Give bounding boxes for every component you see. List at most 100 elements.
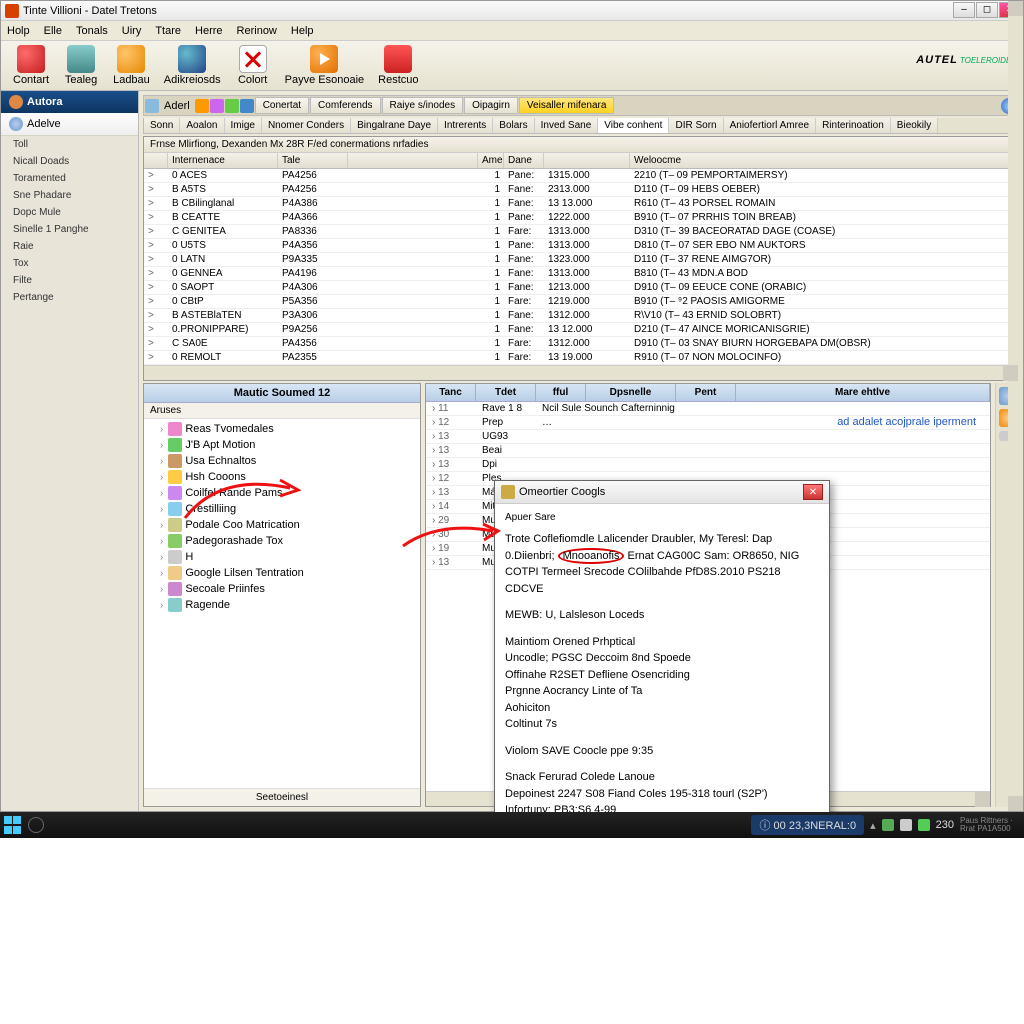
grid-col-header[interactable]: Internenace (168, 153, 278, 168)
table-row[interactable]: >0 U5TSP4A3561Pane:1313.000D810 (T– 07 S… (144, 239, 1018, 253)
sidebar-item[interactable]: Nicall Doads (1, 153, 138, 170)
grid-col-header[interactable]: Ame (478, 153, 504, 168)
tree-item[interactable]: Hsh Cooons (146, 469, 418, 485)
top-tab[interactable]: Raiye s/inodes (382, 97, 464, 114)
grid-col-header[interactable]: Dane (504, 153, 544, 168)
tree-item[interactable]: H (146, 549, 418, 565)
table-row[interactable]: >0 LATNP9A3351Fane:1323.000D110 (T– 37 R… (144, 253, 1018, 267)
detail-col-header[interactable]: Tanc (426, 384, 476, 401)
top-tab[interactable]: Oipagirn (464, 97, 518, 114)
start-button[interactable] (4, 816, 22, 834)
grid-col-header[interactable] (544, 153, 630, 168)
sub-tab[interactable]: Inved Sane (535, 118, 599, 133)
sub-tab[interactable]: Bolars (493, 118, 534, 133)
tray-icon-2[interactable] (900, 819, 912, 831)
grid-body[interactable]: >0 ACESPA42561Pane:1315.0002210 (T– 09 P… (144, 169, 1018, 365)
grid-scroll-x[interactable] (144, 365, 1018, 380)
tree-item[interactable]: Reas Tvomedales (146, 421, 418, 437)
tree-item[interactable]: Coilfel Rande Pams (146, 485, 418, 501)
tray-icon-1[interactable] (882, 819, 894, 831)
table-row[interactable]: >B CEATTEP4A3661Pane:1222.000B910 (T– 07… (144, 211, 1018, 225)
tree-item[interactable]: Google Lilsen Tentration (146, 565, 418, 581)
table-row[interactable]: >0 SAOPTP4A3061Fane:1213.000D910 (T– 09 … (144, 281, 1018, 295)
tree-item[interactable]: Padegorashade Tox (146, 533, 418, 549)
tree-item[interactable]: Ragende (146, 597, 418, 613)
sub-tab[interactable]: Nnomer Conders (262, 118, 351, 133)
top-tab[interactable]: Veisaller mifenara (519, 97, 614, 114)
sidebar-item[interactable]: Pertange (1, 289, 138, 306)
table-row[interactable]: >0 GENNEAPA41961Fane:1313.000B810 (T– 43… (144, 267, 1018, 281)
menu-elle[interactable]: Elle (44, 25, 62, 37)
tool-ladbau[interactable]: Ladbau (107, 43, 156, 88)
sidebar-item[interactable]: Tox (1, 255, 138, 272)
tool-contart[interactable]: Contart (7, 43, 55, 88)
table-row[interactable]: >C SA0EPA43561Fare:1312.000D910 (T– 03 S… (144, 337, 1018, 351)
table-row[interactable]: >0 CBtPP5A3561Fare:1219.000B910 (T– ⁹2 P… (144, 295, 1018, 309)
dialog-close-button[interactable]: ✕ (803, 484, 823, 500)
sidebar-selected-item[interactable]: Adelve (1, 113, 138, 136)
table-row[interactable]: >0 REMOLTPA23551Fare:13 19.000R910 (T– 0… (144, 351, 1018, 365)
detail-col-header[interactable]: Dpsnelle (586, 384, 676, 401)
tool-tealeg[interactable]: Tealeg (57, 43, 105, 88)
sidebar-item[interactable]: Sne Phadare (1, 187, 138, 204)
grid-col-header[interactable] (348, 153, 478, 168)
tree-item[interactable]: Usa Echnaltos (146, 453, 418, 469)
sidebar-item[interactable]: Toll (1, 136, 138, 153)
menu-herre[interactable]: Herre (195, 25, 223, 37)
titlebar[interactable]: Tinte Villioni - Datel Tretons – ◻ ✕ (1, 1, 1023, 21)
system-tray[interactable]: ⓘ 00 23,3NERAL:0 ▴ 230 Paus Rittners · R… (751, 815, 1020, 835)
detail-col-header[interactable]: Pent (676, 384, 736, 401)
detail-col-header[interactable]: Mare ehtlve (736, 384, 990, 401)
sub-tab[interactable]: Vibe conhent (598, 118, 669, 133)
menu-tonals[interactable]: Tonals (76, 25, 108, 37)
tree-item[interactable]: Podale Coo Matrication (146, 517, 418, 533)
detail-row[interactable]: 13UG93 (426, 430, 990, 444)
grid-col-header[interactable]: Tale (278, 153, 348, 168)
tool-payve esonoaie[interactable]: Payve Esonoaie (279, 43, 371, 88)
detail-col-header[interactable]: fful (536, 384, 586, 401)
link-note[interactable]: ad adalet acojprale iperment (837, 416, 976, 428)
sidebar-item[interactable]: Filte (1, 272, 138, 289)
maximize-button[interactable]: ◻ (976, 2, 998, 18)
sidebar-item[interactable]: Raie (1, 238, 138, 255)
tree-item[interactable]: Crestilliing (146, 501, 418, 517)
tree-body[interactable]: Reas TvomedalesJ'B Apt MotionUsa Echnalt… (144, 419, 420, 788)
tree-item[interactable]: J'B Apt Motion (146, 437, 418, 453)
sub-tab[interactable]: Sonn (144, 118, 180, 133)
tool-restcuo[interactable]: Restcuo (372, 43, 424, 88)
table-row[interactable]: >B ASTEBlaTENP3A3061Fane:1312.000R\V10 (… (144, 309, 1018, 323)
menu-ttare[interactable]: Ttare (155, 25, 181, 37)
sub-tab[interactable]: DIR Sorn (669, 118, 723, 133)
top-tab[interactable]: Conertat (255, 97, 309, 114)
detail-row[interactable]: 13Dpi (426, 458, 990, 472)
sub-tab[interactable]: Bingalrane Daye (351, 118, 438, 133)
table-row[interactable]: >0.PRONIPPARE)P9A2561Fane:13 12.000D210 … (144, 323, 1018, 337)
sub-tab[interactable]: Imige (225, 118, 262, 133)
tool-adikreiosds[interactable]: Adikreiosds (158, 43, 227, 88)
cortana-icon[interactable] (28, 817, 44, 833)
sub-tab[interactable]: Rinterinoation (816, 118, 891, 133)
sub-tab[interactable]: Aoalon (180, 118, 224, 133)
tree-item[interactable]: Secoale Priinfes (146, 581, 418, 597)
taskbar[interactable]: ⓘ 00 23,3NERAL:0 ▴ 230 Paus Rittners · R… (0, 812, 1024, 838)
tree-footer[interactable]: Seetoeinesl (144, 788, 420, 806)
sidebar-item[interactable]: Dopc Mule (1, 204, 138, 221)
sub-tab[interactable]: Aniofertiorl Amree (724, 118, 816, 133)
detail-col-header[interactable]: Tdet (476, 384, 536, 401)
sidebar-item[interactable]: Toramented (1, 170, 138, 187)
tray-icon-3[interactable] (918, 819, 930, 831)
grid-col-header[interactable]: Weloocme (630, 153, 1018, 168)
sub-tab[interactable]: Intrerents (438, 118, 493, 133)
grid-col-header[interactable] (144, 153, 168, 168)
menu-holp[interactable]: Holp (7, 25, 30, 37)
top-tab[interactable]: Comferends (310, 97, 380, 114)
grid-scrollbar[interactable] (1008, 169, 1018, 365)
tool-colort[interactable]: Colort (229, 43, 277, 88)
table-row[interactable]: >B A5TSPA42561Fane:2313.000D110 (T– 09 H… (144, 183, 1018, 197)
sub-tab[interactable]: Bieokily (891, 118, 938, 133)
table-row[interactable]: >B CBilinglanalP4A3861Fane:13 13.000R610… (144, 197, 1018, 211)
table-row[interactable]: >C GENITEAPA83361Fare:1313.000D310 (T– 3… (144, 225, 1018, 239)
detail-row[interactable]: 13Beai (426, 444, 990, 458)
dialog-titlebar[interactable]: Omeortier Coogls ✕ (495, 481, 829, 504)
sidebar-item[interactable]: Sinelle 1 Panghe (1, 221, 138, 238)
